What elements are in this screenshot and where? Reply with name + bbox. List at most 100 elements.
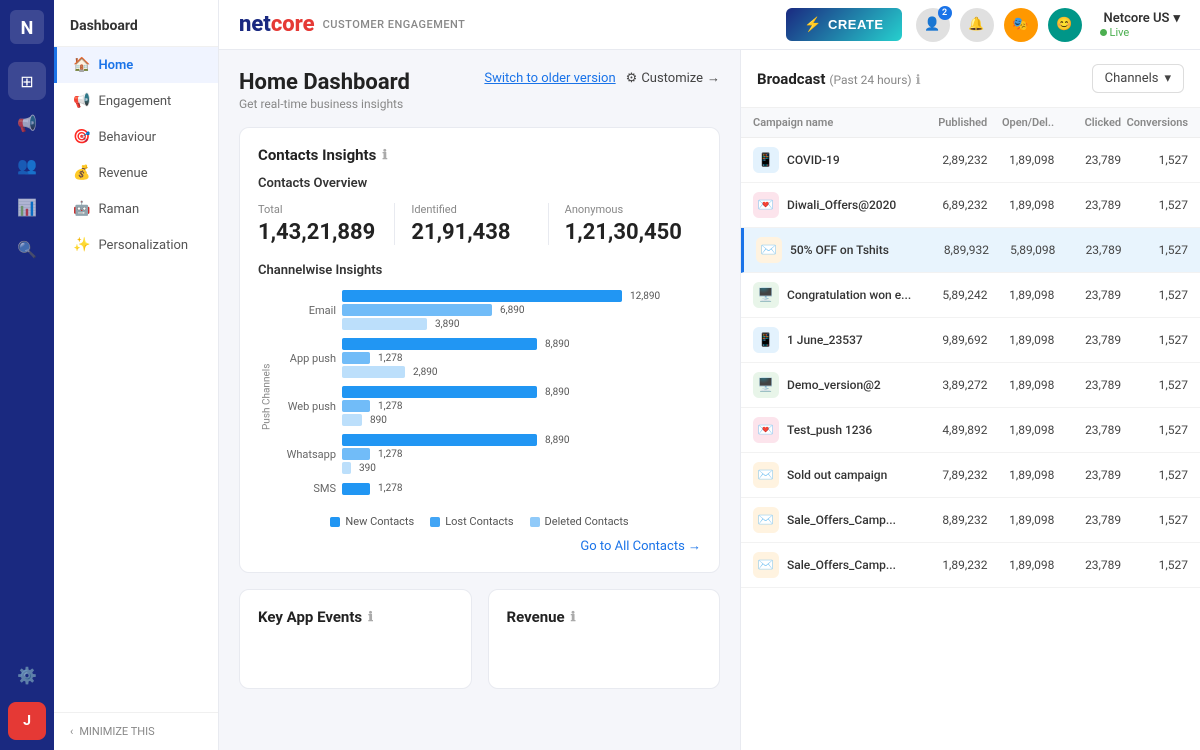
bar-line: 12,890 bbox=[342, 290, 701, 302]
bar-deleted bbox=[342, 366, 405, 378]
legend-color bbox=[330, 517, 340, 527]
revenue-card: Revenue ℹ bbox=[488, 589, 721, 689]
broadcast-row: ✉️Sold out campaign7,89,2321,89,09823,78… bbox=[741, 453, 1200, 498]
chevron-down-icon[interactable]: ▾ bbox=[1173, 11, 1180, 26]
sidebar-item-label: Revenue bbox=[98, 166, 147, 181]
sidebar-icon-user-avatar[interactable]: J bbox=[8, 702, 46, 740]
live-status: Live bbox=[1100, 26, 1180, 39]
bottom-panels: Key App Events ℹ Revenue ℹ bbox=[239, 589, 720, 689]
legend-label: Deleted Contacts bbox=[545, 515, 629, 528]
revenue-icon: 💰 bbox=[73, 165, 90, 181]
minimize-button[interactable]: ‹ MINIMIZE THIS bbox=[54, 712, 218, 750]
sidebar-icon-campaign[interactable]: 📢 bbox=[8, 104, 46, 142]
goto-contacts-link[interactable]: Go to All Contacts → bbox=[258, 538, 701, 554]
sidebar-icon-reports[interactable]: 📊 bbox=[8, 188, 46, 226]
personalization-icon: ✨ bbox=[73, 237, 90, 253]
bars-group: 12,8906,8903,890 bbox=[342, 290, 701, 330]
bar-line: 6,890 bbox=[342, 304, 701, 316]
live-dot bbox=[1100, 29, 1107, 36]
svg-text:N: N bbox=[21, 18, 34, 39]
legend-label: Lost Contacts bbox=[445, 515, 513, 528]
campaign-name[interactable]: Congratulation won e... bbox=[787, 288, 921, 302]
bar-value: 1,278 bbox=[378, 353, 402, 364]
user-info-block: Netcore US ▾ Live bbox=[1100, 11, 1180, 39]
bar-new bbox=[342, 434, 537, 446]
col-clicked: 23,789 bbox=[1054, 468, 1121, 482]
campaign-name[interactable]: Sale_Offers_Camp... bbox=[787, 558, 921, 572]
chart-y-label: Push Channels bbox=[258, 290, 276, 503]
bars-group: 8,890 1,278390 bbox=[342, 434, 701, 474]
bar-deleted bbox=[342, 462, 351, 474]
broadcast-row: 💌Diwali_Offers@20206,89,2321,89,09823,78… bbox=[741, 183, 1200, 228]
chart-row: App push8,8901,2782,890 bbox=[276, 338, 701, 378]
campaign-name[interactable]: Sold out campaign bbox=[787, 468, 921, 482]
col-published: 7,89,232 bbox=[921, 468, 988, 482]
bar-line: 1,278 bbox=[342, 352, 701, 364]
sidebar-item-home[interactable]: 🏠 Home bbox=[54, 47, 218, 83]
col-published: 3,89,272 bbox=[921, 378, 988, 392]
campaign-name[interactable]: Diwali_Offers@2020 bbox=[787, 198, 921, 212]
sidebar-item-behaviour[interactable]: 🎯 Behaviour bbox=[54, 119, 218, 155]
customize-button[interactable]: ⚙ Customize → bbox=[626, 70, 720, 86]
sidebar-icon-search[interactable]: 🔍 bbox=[8, 230, 46, 268]
col-clicked: 23,789 bbox=[1055, 243, 1121, 257]
sidebar-icon-dashboard[interactable]: ⊞ bbox=[8, 62, 46, 100]
col-clicked: 23,789 bbox=[1054, 288, 1121, 302]
sidebar-item-raman[interactable]: 🤖 Raman bbox=[54, 191, 218, 227]
switch-version-link[interactable]: Switch to older version bbox=[484, 71, 615, 86]
bar-line: 8,890 bbox=[342, 434, 701, 446]
col-header-campaign: Campaign name bbox=[753, 116, 920, 129]
bar-line: 8,890 bbox=[342, 338, 701, 350]
create-button[interactable]: ⚡ CREATE bbox=[786, 8, 901, 41]
top-header: netcore CUSTOMER ENGAGEMENT ⚡ CREATE 👤 2… bbox=[219, 0, 1200, 50]
bar-value: 1,278 bbox=[378, 449, 402, 460]
legend-item: Deleted Contacts bbox=[530, 515, 629, 528]
bar-line: 890 bbox=[342, 414, 701, 426]
legend-color bbox=[530, 517, 540, 527]
bar-value: 12,890 bbox=[630, 291, 660, 302]
sidebar-item-engagement[interactable]: 📢 Engagement bbox=[54, 83, 218, 119]
channel-icon: 💌 bbox=[753, 417, 779, 443]
campaign-name[interactable]: Test_push 1236 bbox=[787, 423, 921, 437]
bar-value: 8,890 bbox=[545, 339, 569, 350]
stat-value-anonymous: 1,21,30,450 bbox=[565, 220, 685, 245]
channel-icon: 🖥️ bbox=[753, 372, 779, 398]
notification-bell[interactable]: 🔔 bbox=[960, 8, 994, 42]
user-avatar-1[interactable]: 👤 2 bbox=[916, 8, 950, 42]
sidebar-icon-settings[interactable]: ⚙️ bbox=[8, 656, 46, 694]
broadcast-info-icon: ℹ bbox=[916, 73, 921, 88]
sidebar-item-label: Engagement bbox=[98, 94, 171, 109]
campaign-name[interactable]: 1 June_23537 bbox=[787, 333, 921, 347]
campaign-name[interactable]: COVID-19 bbox=[787, 153, 921, 167]
bar-label: Whatsapp bbox=[276, 448, 336, 461]
sidebar-item-personalization[interactable]: ✨ Personalization bbox=[54, 227, 218, 263]
raman-icon: 🤖 bbox=[73, 201, 90, 217]
stat-anonymous: Anonymous 1,21,30,450 bbox=[549, 203, 701, 245]
campaign-name[interactable]: Demo_version@2 bbox=[787, 378, 921, 392]
sidebar-item-revenue[interactable]: 💰 Revenue bbox=[54, 155, 218, 191]
sidebar-icon-users[interactable]: 👥 bbox=[8, 146, 46, 184]
bar-new bbox=[342, 483, 370, 495]
channel-icon: ✉️ bbox=[756, 237, 782, 263]
broadcast-table-header: Campaign name Published Open/Del.. Click… bbox=[741, 108, 1200, 138]
campaign-name[interactable]: 50% OFF on Tshits bbox=[790, 243, 923, 257]
bar-lost bbox=[342, 400, 370, 412]
channel-icon: 📱 bbox=[753, 147, 779, 173]
col-conversions: 1,527 bbox=[1122, 243, 1188, 257]
app-logo: N bbox=[10, 10, 44, 48]
bar-value: 890 bbox=[370, 415, 387, 426]
user-avatar-3[interactable]: 😊 bbox=[1048, 8, 1082, 42]
revenue-title: Revenue ℹ bbox=[507, 608, 702, 626]
key-events-title: Key App Events ℹ bbox=[258, 608, 453, 626]
col-clicked: 23,789 bbox=[1054, 423, 1121, 437]
user-avatar-2[interactable]: 🎭 bbox=[1004, 8, 1038, 42]
col-published: 8,89,932 bbox=[923, 243, 989, 257]
bar-lost bbox=[342, 352, 370, 364]
col-open: 1,89,098 bbox=[988, 153, 1055, 167]
info-icon-revenue: ℹ bbox=[571, 610, 576, 625]
sidebar-item-label: Personalization bbox=[98, 238, 188, 253]
campaign-name[interactable]: Sale_Offers_Camp... bbox=[787, 513, 921, 527]
channels-dropdown[interactable]: Channels ▾ bbox=[1092, 64, 1184, 93]
bar-value: 390 bbox=[359, 463, 376, 474]
page-body: Home Dashboard Get real-time business in… bbox=[219, 50, 1200, 750]
